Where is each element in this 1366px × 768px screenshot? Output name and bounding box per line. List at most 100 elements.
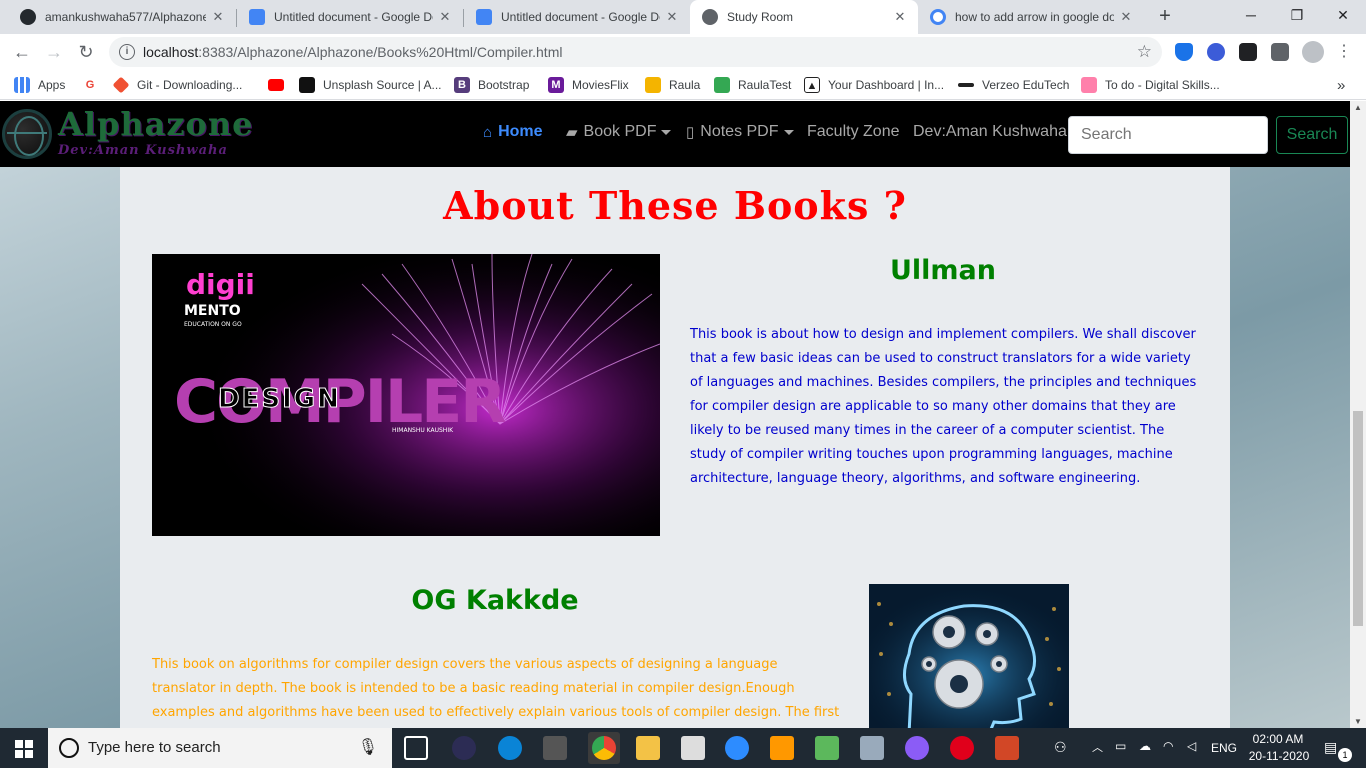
bookmark-label: Verzeo EduTech [982, 78, 1070, 92]
cube-extension-icon[interactable] [1239, 43, 1257, 61]
back-button[interactable]: ← [10, 40, 34, 64]
bookmark-raula[interactable]: Raula [645, 75, 700, 95]
bookmarks-overflow-button[interactable]: » [1337, 75, 1345, 95]
window-close-button[interactable]: ✕ [1320, 0, 1366, 30]
bookmark-dashboard[interactable]: ▲ Your Dashboard | In... [804, 75, 944, 95]
wifi-icon[interactable]: ◠ [1163, 739, 1173, 753]
bookmark-bootstrap[interactable]: B Bootstrap [454, 75, 529, 95]
opera-icon[interactable] [950, 736, 974, 760]
bookmark-star-icon[interactable]: ☆ [1137, 37, 1152, 67]
new-tab-button[interactable]: + [1153, 5, 1177, 29]
address-bar[interactable]: i localhost:8383/Alphazone/Alphazone/Boo… [109, 37, 1162, 67]
google-docs-icon [476, 9, 492, 25]
chrome-icon[interactable] [592, 736, 616, 760]
puzzle-extensions-icon[interactable] [1271, 43, 1289, 61]
nav-dev[interactable]: Dev:Aman Kushwaha [913, 123, 1067, 141]
zoom-icon[interactable] [725, 736, 749, 760]
scroll-up-arrow-icon[interactable]: ▲ [1350, 103, 1366, 112]
minimize-button[interactable]: ─ [1228, 0, 1274, 30]
close-icon[interactable]: ✕ [892, 9, 908, 25]
bookmark-label: Unsplash Source | A... [323, 78, 442, 92]
bookmark-youtube[interactable] [268, 75, 292, 95]
info-icon[interactable]: i [119, 44, 135, 60]
browser-tab[interactable]: how to add arrow in google do ✕ [918, 0, 1144, 34]
menu-kebab-icon[interactable]: ⋮ [1336, 43, 1352, 61]
moviesflix-icon: M [548, 77, 564, 93]
page-scrollbar[interactable]: ▲ ▼ [1350, 101, 1366, 728]
raula-icon [645, 77, 661, 93]
globe-logo-icon[interactable] [2, 109, 52, 159]
bookmark-label: RaulaTest [738, 78, 792, 92]
cloud-icon[interactable]: ☁ [1139, 739, 1151, 753]
nav-notes-pdf-dropdown[interactable]: ▯ Notes PDF [686, 123, 794, 141]
close-icon[interactable]: ✕ [664, 9, 680, 25]
browser-tab-active[interactable]: Study Room ✕ [690, 0, 918, 34]
raulatest-icon [714, 77, 730, 93]
powerpoint-icon[interactable] [995, 736, 1019, 760]
nav-home[interactable]: ⌂ Home [483, 123, 543, 141]
github-icon [20, 9, 36, 25]
clock-time[interactable]: 02:00 AM [1248, 732, 1308, 746]
taskbar-search-box[interactable]: Type here to search 🎙 [48, 728, 392, 768]
bookmark-label: MoviesFlix [572, 78, 629, 92]
cover-title-overlay: DESIGN [218, 384, 341, 414]
nav-book-pdf-dropdown[interactable]: ▰ Book PDF [566, 123, 672, 141]
shield-extension-icon[interactable] [1175, 43, 1193, 61]
microphone-icon[interactable]: 🎙 [358, 728, 378, 768]
browser-tab[interactable]: Untitled document - Google Do ✕ [237, 0, 463, 34]
scroll-down-arrow-icon[interactable]: ▼ [1350, 717, 1366, 726]
volume-icon[interactable]: ◁ [1187, 739, 1196, 753]
bookmark-todo[interactable]: To do - Digital Skills... [1081, 75, 1220, 95]
bookmark-verzeo[interactable]: Verzeo EduTech [958, 75, 1069, 95]
reload-button[interactable]: ↻ [74, 40, 98, 64]
bookmark-raulatest[interactable]: RaulaTest [714, 75, 791, 95]
task-view-icon[interactable] [404, 736, 428, 760]
close-icon[interactable]: ✕ [1118, 9, 1134, 25]
box-app-icon[interactable] [815, 736, 839, 760]
extension-icon[interactable] [1207, 43, 1225, 61]
bookmark-git[interactable]: Git - Downloading... [112, 75, 242, 95]
browser-tab[interactable]: amankushwaha577/Alphazone ✕ [8, 0, 236, 34]
bookmark-label: Bootstrap [478, 78, 530, 92]
clock-date[interactable]: 20-11-2020 [1246, 749, 1312, 763]
sublime-text-icon[interactable] [770, 736, 794, 760]
nav-faculty-zone[interactable]: Faculty Zone [807, 123, 899, 141]
dashboard-icon: ▲ [804, 77, 820, 93]
eclipse-icon[interactable] [452, 736, 476, 760]
bookmark-apps[interactable]: Apps [14, 75, 65, 95]
cortana-icon [59, 738, 79, 758]
language-indicator[interactable]: ENG [1211, 741, 1237, 755]
remote-desktop-icon[interactable] [860, 736, 884, 760]
site-search-input[interactable] [1068, 116, 1268, 154]
site-logo-text[interactable]: Alphazone [58, 105, 254, 143]
notification-count-badge: 1 [1338, 748, 1352, 762]
people-icon[interactable]: ⚇ [1054, 739, 1067, 756]
store-icon[interactable] [543, 736, 567, 760]
page-title: About These Books ? [443, 183, 907, 228]
cat-app-icon[interactable] [905, 736, 929, 760]
browser-tab[interactable]: Untitled document - Google Do ✕ [464, 0, 690, 34]
file-explorer-icon[interactable] [636, 736, 660, 760]
close-icon[interactable]: ✕ [210, 9, 226, 25]
site-search-button[interactable]: Search [1276, 116, 1348, 154]
edge-icon[interactable] [498, 736, 522, 760]
battery-icon[interactable]: ▭ [1115, 739, 1126, 753]
profile-avatar-icon[interactable] [1302, 41, 1324, 63]
scrollbar-thumb[interactable] [1353, 411, 1363, 626]
tab-title: Untitled document - Google Do [274, 10, 433, 24]
notepad-icon[interactable] [681, 736, 705, 760]
cover-brand-mid: MENTO [184, 303, 241, 319]
browser-tab-strip: amankushwaha577/Alphazone ✕ Untitled doc… [0, 0, 1366, 34]
browser-toolbar: ← → ↻ i localhost:8383/Alphazone/Alphazo… [0, 34, 1366, 70]
bookmark-moviesflix[interactable]: M MoviesFlix [548, 75, 629, 95]
chevron-up-icon[interactable]: ︿ [1092, 739, 1103, 755]
close-icon[interactable]: ✕ [437, 9, 453, 25]
bookmark-unsplash[interactable]: Unsplash Source | A... [299, 75, 442, 95]
bookmark-google[interactable]: G [82, 75, 106, 95]
windows-start-icon[interactable] [15, 740, 33, 758]
forward-button[interactable]: → [42, 40, 66, 64]
url-path: :8383/Alphazone/Alphazone/Books%20Html/C… [198, 44, 563, 60]
notifications-icon[interactable]: ▤ [1324, 739, 1337, 756]
maximize-button[interactable]: ❐ [1274, 0, 1320, 30]
cover-brand-top: digii [186, 268, 255, 301]
